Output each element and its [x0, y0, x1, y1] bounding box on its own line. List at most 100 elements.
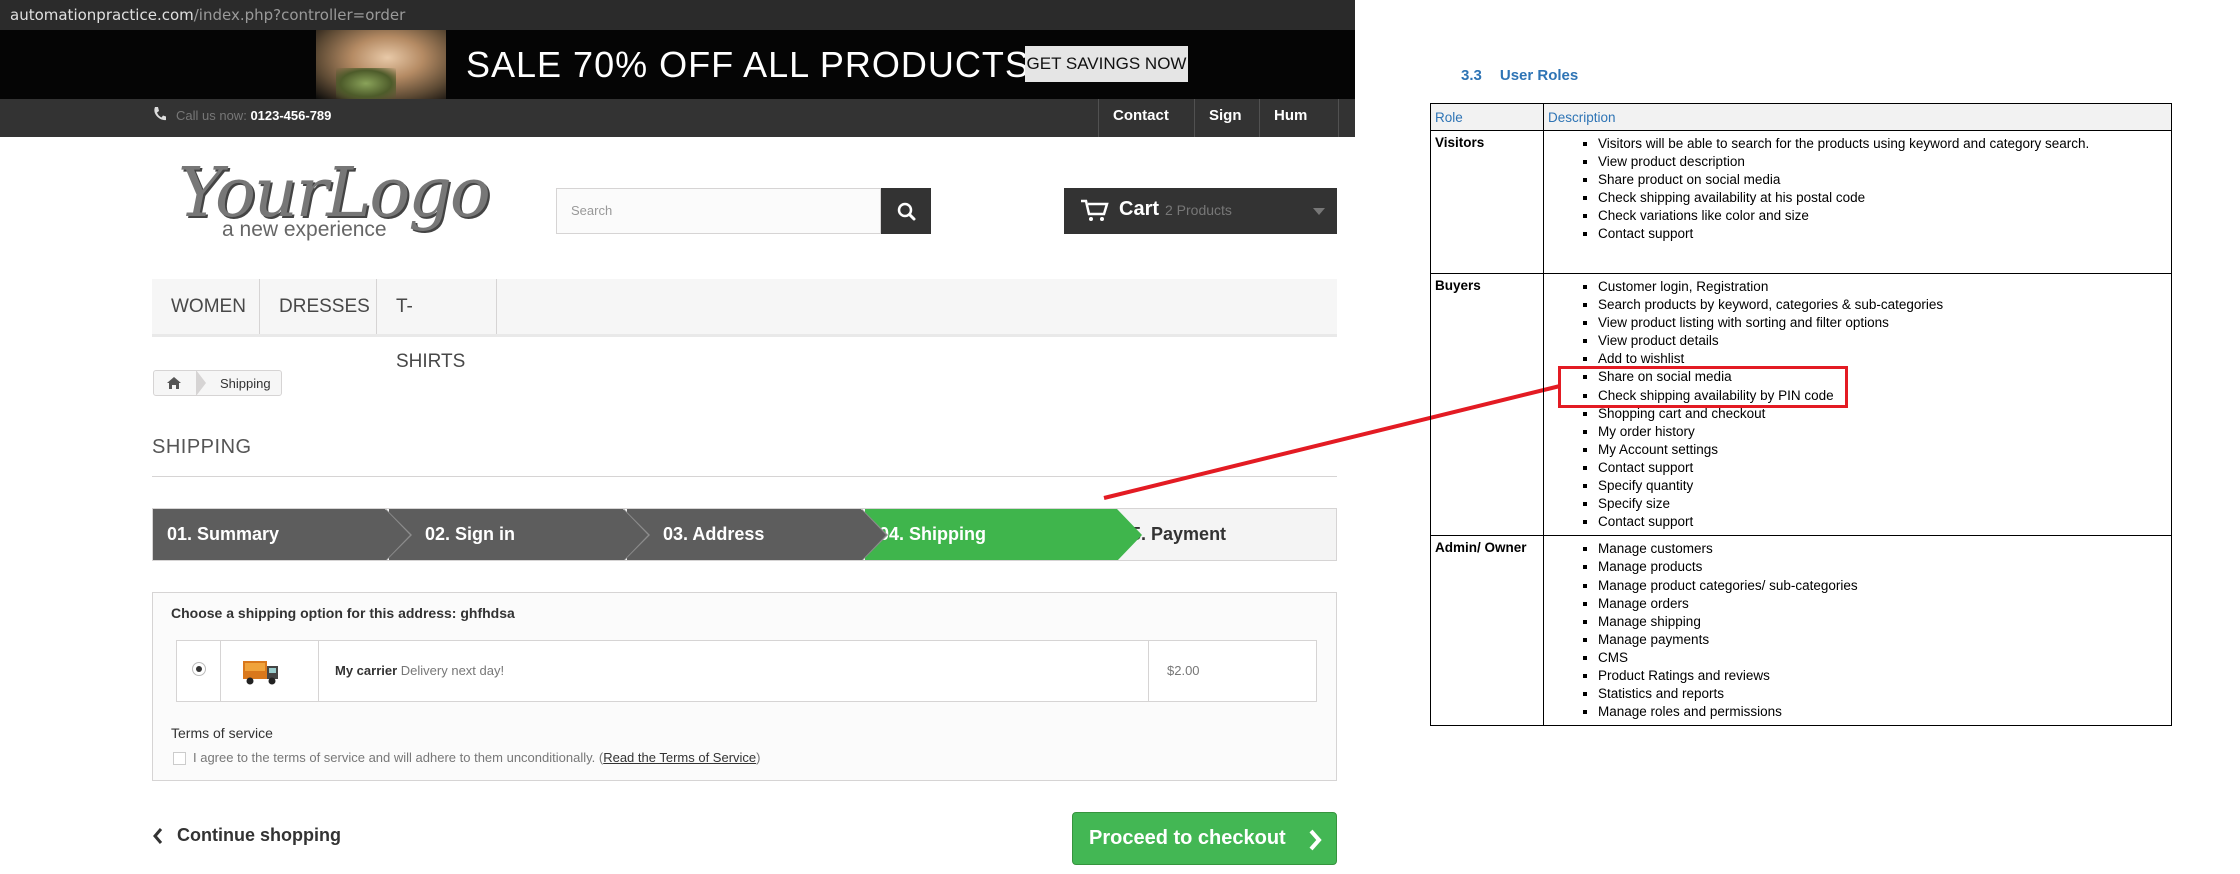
list-item: Specify size — [1598, 495, 2167, 513]
search-input[interactable]: Search — [556, 188, 881, 234]
cart-button[interactable]: Cart 2 Products — [1064, 188, 1337, 234]
role-cell: Buyers — [1430, 272, 1544, 537]
list-item: View product description — [1598, 153, 2167, 171]
user-roles-table: Role Description Visitors Visitors will b… — [1430, 103, 2172, 727]
shipping-heading: Choose a shipping option for this addres… — [171, 605, 515, 621]
step-address[interactable]: 03. Address — [627, 509, 888, 560]
banner-headline: SALE 70% OFF ALL PRODUCTS — [466, 44, 1030, 85]
cart-label: Cart — [1119, 198, 1160, 220]
list-item: View product listing with sorting and fi… — [1598, 314, 2167, 332]
carrier-price-cell: $2.00 — [1149, 641, 1316, 701]
description-cell: Visitors will be able to search for the … — [1543, 130, 2172, 274]
list-item: Manage products — [1598, 558, 2167, 576]
step-arrow — [1117, 509, 1142, 560]
list-item: Share on social media — [1598, 368, 2167, 386]
list-item: Manage shipping — [1598, 613, 2167, 631]
menu-item-dresses[interactable]: DRESSES — [260, 279, 377, 334]
table-row: BuyersCustomer login, RegistrationSearch… — [1430, 272, 2172, 537]
phone-icon — [154, 107, 166, 121]
carrier-logo-cell — [221, 641, 319, 701]
cart-count: 2 Products — [1165, 202, 1232, 218]
list-item: My order history — [1598, 423, 2167, 441]
menu-item-tshirts[interactable]: T-SHIRTS — [377, 279, 497, 372]
description-list: Customer login, RegistrationSearch produ… — [1548, 278, 2167, 531]
terms-checkbox[interactable] — [173, 752, 186, 765]
description-cell: Manage customersManage productsManage pr… — [1543, 535, 2172, 727]
chevron-left-icon — [153, 828, 163, 844]
description-cell: Customer login, RegistrationSearch produ… — [1543, 272, 2172, 537]
list-item: Specify quantity — [1598, 477, 2167, 495]
main-menu: WOMEN DRESSES T-SHIRTS — [152, 279, 1337, 372]
list-item: Manage orders — [1598, 595, 2167, 613]
step-label: 04. Shipping — [879, 524, 987, 544]
header-role: Role — [1430, 103, 1544, 131]
step-label: 02. Sign in — [425, 524, 516, 544]
terms-heading: Terms of service — [171, 725, 273, 741]
list-item: Add to wishlist — [1598, 350, 2167, 368]
list-item: Search products by keyword, categories &… — [1598, 296, 2167, 314]
promo-banner[interactable]: SALE 70% OFF ALL PRODUCTS GET SAVINGS NO… — [0, 30, 1355, 99]
list-item: My Account settings — [1598, 441, 2167, 459]
terms-text-close: ) — [756, 750, 761, 765]
list-item: Manage roles and permissions — [1598, 703, 2167, 721]
list-item: Check shipping availability at his posta… — [1598, 189, 2167, 207]
search-icon — [897, 202, 916, 221]
list-item: Shopping cart and checkout — [1598, 405, 2167, 423]
address-bar[interactable]: automationpractice.com/index.php?control… — [0, 0, 1355, 30]
site-logo[interactable]: YourLogo a new experience — [178, 160, 491, 250]
checkout-steps: 05. Payment 04. Shipping 03. Address 02.… — [152, 508, 1337, 561]
menu-item-women[interactable]: WOMEN — [152, 279, 260, 334]
carrier-price: $2.00 — [1167, 663, 1200, 678]
list-item: Contact support — [1598, 459, 2167, 477]
carrier-radio[interactable] — [192, 662, 206, 676]
top-nav-bar: Call us now: 0123-456-789 Contact us Sig… — [0, 99, 1355, 158]
list-item: Manage payments — [1598, 631, 2167, 649]
list-item: Customer login, Registration — [1598, 278, 2167, 296]
terms-label: I agree to the terms of service and will… — [193, 750, 761, 765]
call-us-label: Call us now: — [176, 108, 247, 123]
breadcrumb-separator — [196, 370, 206, 396]
sign-out-link[interactable]: Sign out — [1194, 99, 1259, 158]
role-cell: Admin/ Owner — [1430, 535, 1544, 727]
get-savings-button[interactable]: GET SAVINGS NOW — [1025, 46, 1188, 82]
url-host: automationpractice.com — [10, 6, 194, 24]
description-list: Visitors will be able to search for the … — [1548, 135, 2167, 244]
step-label: 05. Payment — [1121, 524, 1227, 544]
table-header-row: Role Description — [1430, 103, 2172, 131]
chevron-right-icon — [1309, 829, 1322, 851]
list-item: Contact support — [1598, 513, 2167, 531]
step-sign-in[interactable]: 02. Sign in — [389, 509, 650, 560]
header-description: Description — [1543, 103, 2172, 131]
account-link[interactable]: Hum Ham — [1259, 99, 1339, 158]
step-arrow — [861, 509, 886, 560]
breadcrumb-current: Shipping — [220, 376, 271, 391]
proceed-to-checkout-button[interactable]: Proceed to checkout — [1072, 812, 1337, 865]
cart-icon — [1081, 199, 1109, 221]
step-shipping: 04. Shipping — [865, 509, 1142, 560]
logo-tagline: a new experience — [222, 218, 387, 241]
step-summary[interactable]: 01. Summary — [153, 509, 412, 560]
list-item: CMS — [1598, 649, 2167, 667]
search-button[interactable] — [881, 188, 931, 234]
terms-link[interactable]: Read the Terms of Service — [603, 750, 756, 765]
truck-icon — [243, 661, 278, 685]
list-item: Contact support — [1598, 225, 2167, 243]
list-item: Product Ratings and reviews — [1598, 667, 2167, 685]
table-row: Admin/ OwnerManage customersManage produ… — [1430, 535, 2172, 727]
carrier-description: Delivery next day! — [400, 663, 505, 678]
description-list: Manage customersManage productsManage pr… — [1548, 540, 2167, 721]
list-item: Share product on social media — [1598, 171, 2167, 189]
shipping-options-box: Choose a shipping option for this addres… — [152, 592, 1337, 781]
list-item: Check variations like color and size — [1598, 207, 2167, 225]
contact-us-link[interactable]: Contact us — [1098, 99, 1194, 158]
proceed-label: Proceed to checkout — [1089, 827, 1286, 849]
list-item: Check shipping availability by PIN code — [1598, 387, 2167, 405]
chevron-down-icon[interactable] — [1313, 208, 1325, 215]
phone-number: 0123-456-789 — [250, 108, 332, 123]
url-path: /index.php?controller=order — [193, 6, 406, 24]
home-icon[interactable] — [166, 376, 182, 390]
carrier-name: My carrier — [335, 663, 398, 678]
list-item: View product details — [1598, 332, 2167, 350]
section-title: User Roles — [1499, 67, 1579, 84]
carrier-radio-cell — [177, 641, 221, 701]
